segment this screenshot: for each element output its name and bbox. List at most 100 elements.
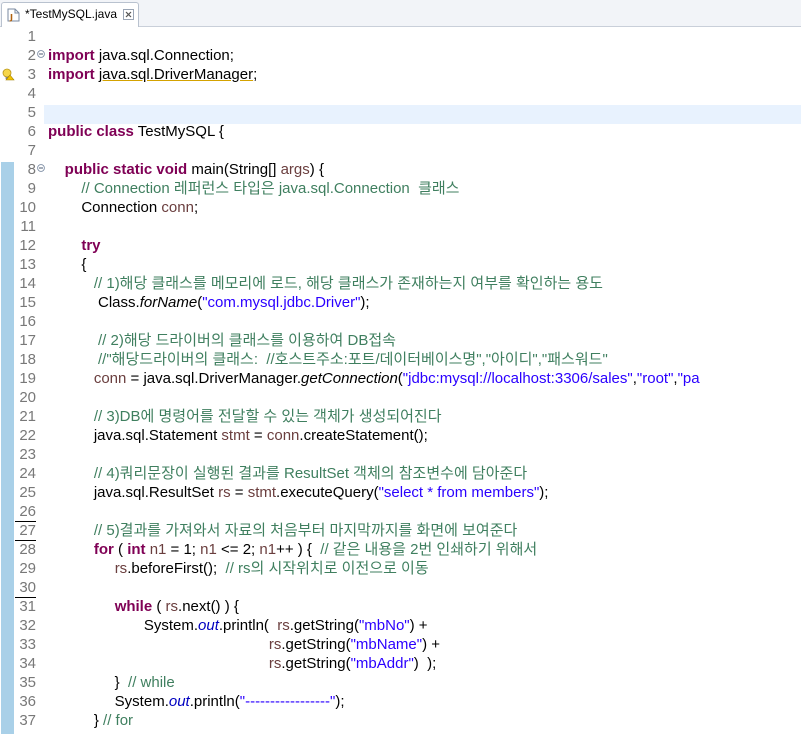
code-line[interactable]: 7 (0, 141, 801, 160)
code-line[interactable]: 25 java.sql.ResultSet rs = stmt.executeQ… (0, 483, 801, 502)
code-text[interactable]: try (48, 236, 101, 255)
fold-collapse-icon[interactable] (37, 164, 45, 172)
code-line[interactable]: 28 for ( int n1 = 1; n1 <= 2; n1++ ) { /… (0, 540, 801, 559)
code-line[interactable]: 19 conn = java.sql.DriverManager.getConn… (0, 369, 801, 388)
code-text[interactable]: import java.sql.Connection; (48, 46, 234, 65)
code-line[interactable]: 10 Connection conn; (0, 198, 801, 217)
code-text[interactable]: Class.forName("com.mysql.jdbc.Driver"); (48, 293, 370, 312)
code-line[interactable]: 31 while ( rs.next() ) { (0, 597, 801, 616)
code-line[interactable]: 15 Class.forName("com.mysql.jdbc.Driver"… (0, 293, 801, 312)
code-token: ) + (409, 617, 428, 634)
line-number: 36 (19, 693, 36, 710)
code-token: .println( (218, 617, 278, 634)
code-text[interactable]: // 3)DB에 명령어를 전달할 수 있는 객체가 생성되어진다 (48, 407, 442, 426)
code-token: .getString( (289, 617, 359, 634)
code-token: // 4)쿼리문장이 실행된 결과를 ResultSet 객체의 참조변수에 담… (93, 465, 528, 482)
code-text[interactable]: public static void main(String[] args) { (48, 160, 324, 179)
code-line[interactable]: 29 rs.beforeFirst(); // rs의 시작위치로 이전으로 이… (0, 559, 801, 578)
code-token: n1 (149, 541, 167, 558)
code-line[interactable]: 8 public static void main(String[] args)… (0, 160, 801, 179)
code-token: // 5)결과를 가져와서 자료의 처음부터 마지막까지를 화면에 보여준다 (93, 522, 518, 539)
code-line[interactable]: 21 // 3)DB에 명령어를 전달할 수 있는 객체가 생성되어진다 (0, 407, 801, 426)
code-token: class (96, 123, 134, 140)
code-text[interactable]: // 4)쿼리문장이 실행된 결과를 ResultSet 객체의 참조변수에 담… (48, 464, 527, 483)
code-text[interactable]: { (48, 255, 86, 274)
code-line[interactable]: 26 (0, 502, 801, 521)
close-icon[interactable] (123, 9, 134, 20)
code-line[interactable]: 16 (0, 312, 801, 331)
code-lines: 1 2 import java.sql.Connection; 3 import jav… (0, 27, 801, 730)
code-text[interactable]: System.out.println("-----------------"); (48, 692, 345, 711)
code-line[interactable]: 20 (0, 388, 801, 407)
fold-collapse-icon[interactable] (37, 50, 45, 58)
code-text[interactable]: } // for (48, 711, 133, 730)
code-line[interactable]: 2 import java.sql.Connection; (0, 46, 801, 65)
code-token: rs (114, 560, 128, 577)
code-token: = 1; (166, 541, 201, 558)
code-line[interactable]: 35 } // while (0, 673, 801, 692)
code-text[interactable]: public class TestMySQL { (48, 122, 224, 141)
code-text[interactable]: java.sql.Statement stmt = conn.createSta… (48, 426, 428, 445)
code-line[interactable]: 34 rs.getString("mbAddr") ); (0, 654, 801, 673)
code-line[interactable]: 32 System.out.println( rs.getString("mbN… (0, 616, 801, 635)
code-token: int (127, 541, 146, 558)
code-line[interactable]: 22 java.sql.Statement stmt = conn.create… (0, 426, 801, 445)
code-text[interactable]: System.out.println( rs.getString("mbNo")… (48, 616, 428, 635)
code-text[interactable]: import java.sql.DriverManager; (48, 65, 257, 84)
code-line[interactable]: 6 public class TestMySQL { (0, 122, 801, 141)
line-number: 25 (19, 484, 36, 501)
code-text[interactable]: // 5)결과를 가져와서 자료의 처음부터 마지막까지를 화면에 보여준다 (48, 521, 517, 540)
code-text[interactable]: for ( int n1 = 1; n1 <= 2; n1++ ) { // 같… (48, 540, 537, 559)
code-text[interactable]: rs.getString("mbAddr") ); (48, 654, 436, 673)
code-text[interactable]: //"해당드라이버의 클래스: //호스트주소:포트/데이터베이스명","아이디… (48, 350, 608, 369)
code-line[interactable]: 1 (0, 27, 801, 46)
code-text[interactable]: while ( rs.next() ) { (48, 597, 239, 616)
code-line[interactable]: 11 (0, 217, 801, 236)
code-text[interactable]: // 2)해당 드라이버의 클래스를 이용하여 DB접속 (48, 331, 396, 350)
code-token: // 같은 내용을 2번 인쇄하기 위해서 (320, 541, 538, 558)
code-line[interactable]: 36 System.out.println("-----------------… (0, 692, 801, 711)
code-line[interactable]: 33 rs.getString("mbName") + (0, 635, 801, 654)
code-line[interactable]: 9 // Connection 레퍼런스 타입은 java.sql.Connec… (0, 179, 801, 198)
code-line[interactable]: 13 { (0, 255, 801, 274)
code-line[interactable]: 18 //"해당드라이버의 클래스: //호스트주소:포트/데이터베이스명","… (0, 350, 801, 369)
code-line[interactable]: 17 // 2)해당 드라이버의 클래스를 이용하여 DB접속 (0, 331, 801, 350)
code-line[interactable]: 3 import java.sql.DriverManager; (0, 65, 801, 84)
code-line[interactable]: 4 (0, 84, 801, 103)
code-text[interactable]: // Connection 레퍼런스 타입은 java.sql.Connecti… (48, 179, 459, 198)
code-line[interactable]: 37 } // for (0, 711, 801, 730)
code-text[interactable]: rs.beforeFirst(); // rs의 시작위치로 이전으로 이동 (48, 559, 429, 578)
line-number: 10 (19, 199, 36, 216)
code-token: try (81, 237, 101, 254)
code-token: out (168, 693, 190, 710)
tab-label: *TestMySQL.java (25, 7, 118, 21)
code-line[interactable]: 12 try (0, 236, 801, 255)
code-token: static (113, 161, 153, 178)
code-text[interactable]: Connection conn; (48, 198, 198, 217)
code-token: .getString( (281, 655, 351, 672)
code-line[interactable]: 14 // 1)해당 클래스를 메모리에 로드, 해당 클래스가 존재하는지 여… (0, 274, 801, 293)
line-number: 20 (19, 389, 36, 406)
code-text[interactable]: } // while (48, 673, 175, 692)
code-line[interactable]: 23 (0, 445, 801, 464)
line-number: 14 (19, 275, 36, 292)
code-line[interactable]: 27 // 5)결과를 가져와서 자료의 처음부터 마지막까지를 화면에 보여준… (0, 521, 801, 540)
tab-testmysql-java[interactable]: J *TestMySQL.java (1, 2, 139, 27)
code-line[interactable]: 24 // 4)쿼리문장이 실행된 결과를 ResultSet 객체의 참조변수… (0, 464, 801, 483)
code-token: ); (360, 294, 370, 311)
code-token: conn (93, 370, 127, 387)
line-number: 12 (19, 237, 36, 254)
code-line[interactable]: 5 (0, 103, 801, 122)
code-text[interactable]: java.sql.ResultSet rs = stmt.executeQuer… (48, 483, 549, 502)
code-text[interactable]: // 1)해당 클래스를 메모리에 로드, 해당 클래스가 존재하는지 여부를 … (48, 274, 603, 293)
code-editor[interactable]: 1 2 import java.sql.Connection; 3 import jav… (0, 27, 801, 734)
code-line[interactable]: 30 (0, 578, 801, 597)
code-text[interactable]: conn = java.sql.DriverManager.getConnect… (48, 369, 700, 388)
line-marker (15, 521, 36, 522)
quick-fix-warning-icon[interactable] (2, 68, 15, 81)
code-text[interactable]: rs.getString("mbName") + (48, 635, 440, 654)
line-number: 5 (27, 104, 36, 121)
code-token: = (230, 484, 248, 501)
